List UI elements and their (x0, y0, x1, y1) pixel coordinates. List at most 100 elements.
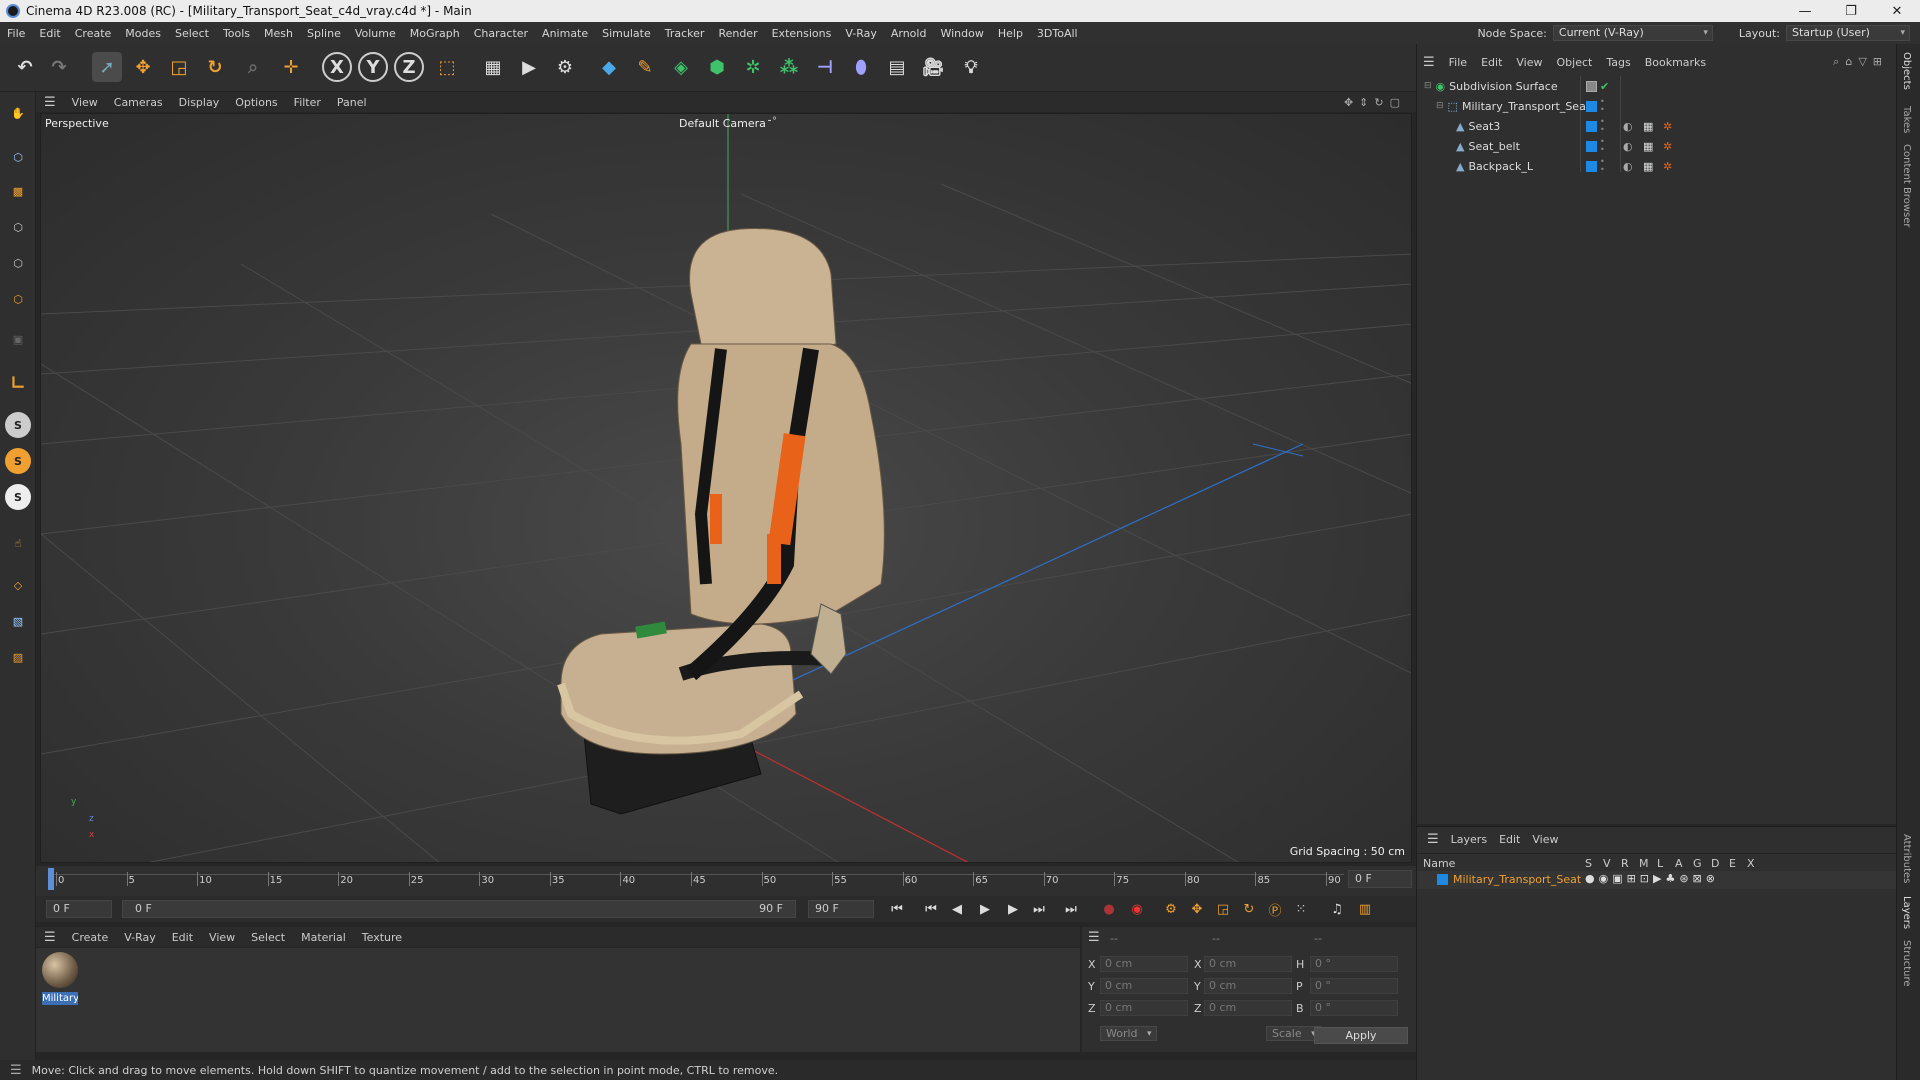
material-item[interactable]: Military (42, 952, 78, 1008)
start-frame-field[interactable]: 0 F (46, 900, 112, 918)
minimize-button[interactable]: — (1782, 4, 1828, 19)
redo-icon[interactable]: ↷ (44, 52, 74, 82)
layout-select[interactable]: Startup (User) (1786, 25, 1910, 41)
node-space-select[interactable]: Current (V-Ray) (1552, 25, 1713, 41)
transform-tool-icon[interactable]: ✛ (276, 52, 306, 82)
keyframe-selection-icon[interactable]: ⚙ (1160, 898, 1182, 920)
coordinate-mode-select[interactable]: World (1100, 1026, 1157, 1041)
layer-menu-layers[interactable]: Layers (1445, 833, 1493, 846)
menu-edit[interactable]: Edit (32, 27, 67, 40)
snap-options-icon[interactable]: S (5, 484, 31, 510)
quantize-icon[interactable]: ▨ (3, 642, 33, 672)
layer-swatch[interactable] (1586, 80, 1597, 92)
tweak-icon[interactable]: ☝ (3, 528, 33, 558)
tab-content-browser[interactable]: Content Browser (1901, 144, 1912, 227)
menu-spline[interactable]: Spline (300, 27, 348, 40)
material-menu-edit[interactable]: Edit (164, 931, 201, 944)
points-mode-icon[interactable]: ⬡ (3, 212, 33, 242)
menu-arnold[interactable]: Arnold (884, 27, 934, 40)
object-row-backpack-l[interactable]: ▲ Backpack_L • • ◐ ▦ ✲ (1418, 156, 1896, 176)
sound-icon[interactable]: ♫ (1326, 898, 1348, 920)
lock-workplane-icon[interactable]: ◇ (3, 570, 33, 600)
previous-frame-icon[interactable]: ◀ (946, 898, 968, 920)
coord-value-field[interactable]: 0 ° (1310, 978, 1398, 994)
material-menu-view[interactable]: View (201, 931, 243, 944)
menu-tracker[interactable]: Tracker (658, 27, 712, 40)
z-axis-lock-icon[interactable]: Z (394, 52, 424, 82)
material-tag-icon[interactable]: ▦ (1643, 140, 1653, 153)
enabled-check-icon[interactable]: ✔ (1600, 80, 1609, 93)
coord-value-field[interactable]: 0 ° (1310, 956, 1398, 972)
menu-window[interactable]: Window (933, 27, 990, 40)
material-menu-vray[interactable]: V-Ray (116, 931, 164, 944)
object-menu-view[interactable]: View (1509, 56, 1549, 69)
viewport-camera-label[interactable]: Default Camera (679, 117, 766, 130)
menu-select[interactable]: Select (168, 27, 216, 40)
floor-icon[interactable]: ▤ (882, 52, 912, 82)
collapse-icon[interactable]: ⊟ (1436, 101, 1444, 111)
layer-swatch[interactable] (1586, 140, 1597, 152)
layer-row[interactable]: Military_Transport_Seat ●◉▣⊞⊡▶♣⊛⊠⊗ (1417, 871, 1896, 889)
deformer-icon[interactable]: ⊣ (810, 52, 840, 82)
camera-icon[interactable]: 🎥︎ (918, 52, 948, 82)
rotate-tool-icon[interactable]: ↻ (200, 52, 230, 82)
menu-extensions[interactable]: Extensions (765, 27, 839, 40)
coord-value-field[interactable]: 0 cm (1204, 956, 1292, 972)
layer-swatch[interactable] (1586, 100, 1597, 112)
recent-tool-icon[interactable]: ⌕ (238, 52, 268, 82)
coordinate-system-icon[interactable]: ⬚ (432, 52, 462, 82)
menu-modes[interactable]: Modes (118, 27, 168, 40)
viewport-menu-panel[interactable]: Panel (329, 96, 375, 109)
layer-flag-column[interactable]: L (1657, 857, 1663, 870)
play-icon[interactable]: ▶ (974, 898, 996, 920)
layer-flag-column[interactable]: E (1729, 857, 1736, 870)
object-menu-file[interactable]: File (1442, 56, 1474, 69)
layer-menu-view[interactable]: View (1526, 833, 1564, 846)
cube-icon[interactable]: ◆ (594, 52, 624, 82)
visibility-dots[interactable]: • • (1600, 138, 1605, 154)
viewport-menu-options[interactable]: Options (227, 96, 285, 109)
record-keys-icon[interactable]: ● (1098, 898, 1120, 920)
y-axis-lock-icon[interactable]: Y (358, 52, 388, 82)
3d-viewport[interactable]: Perspective Default Camera ⁃° Grid Spaci… (40, 113, 1412, 863)
key-pla-icon[interactable]: ⁙ (1290, 898, 1312, 920)
cloner-icon[interactable]: ✲ (738, 52, 768, 82)
object-menu-tags[interactable]: Tags (1599, 56, 1637, 69)
go-to-start-icon[interactable]: ⏮ (886, 898, 908, 920)
layer-flag-icons[interactable]: ●◉▣⊞⊡▶♣⊛⊠⊗ (1585, 872, 1719, 885)
camera-link-icon[interactable]: ⁃° (767, 116, 777, 127)
scale-tool-icon[interactable]: ◲ (164, 52, 194, 82)
key-position-icon[interactable]: ✥ (1186, 898, 1208, 920)
key-scale-icon[interactable]: ◲ (1212, 898, 1234, 920)
snap-icon[interactable]: S (5, 412, 31, 438)
light-icon[interactable]: 💡︎ (956, 52, 986, 82)
coord-value-field[interactable]: 0 cm (1100, 956, 1188, 972)
layer-swatch[interactable] (1586, 160, 1597, 172)
select-tool-icon[interactable]: ➚ (92, 52, 122, 82)
menu-vray[interactable]: V-Ray (838, 27, 884, 40)
menu-animate[interactable]: Animate (535, 27, 595, 40)
undo-icon[interactable]: ↶ (10, 52, 40, 82)
x-axis-lock-icon[interactable]: X (322, 52, 352, 82)
layer-flag-column[interactable]: V (1603, 857, 1611, 870)
render-picture-viewer-icon[interactable]: ▶ (514, 52, 544, 82)
material-tag-icon[interactable]: ▦ (1643, 160, 1653, 173)
material-menu-select[interactable]: Select (243, 931, 293, 944)
tab-objects[interactable]: Objects (1901, 52, 1912, 90)
workplane-icon[interactable]: ▣ (3, 324, 33, 354)
visibility-dots[interactable]: • • (1600, 98, 1605, 114)
layer-name[interactable]: Military_Transport_Seat (1453, 873, 1581, 886)
coord-value-field[interactable]: 0 cm (1100, 978, 1188, 994)
viewport-menu-cameras[interactable]: Cameras (106, 96, 171, 109)
menu-simulate[interactable]: Simulate (595, 27, 658, 40)
object-hamburger-icon[interactable]: ☰ (1416, 55, 1442, 70)
object-row-subdivision-surface[interactable]: ⊟ ◉ Subdivision Surface ✔ (1418, 76, 1896, 96)
coordinates-hamburger-icon[interactable]: ☰ (1088, 930, 1100, 945)
edges-mode-icon[interactable]: ⬡ (3, 248, 33, 278)
viewport-menu-view[interactable]: View (64, 96, 106, 109)
object-search-filter-icons[interactable]: ⌕⌂▽⊞ (1833, 55, 1896, 69)
object-row-seat3[interactable]: ▲ Seat3 • • ◐ ▦ ✲ (1418, 116, 1896, 136)
key-parameter-icon[interactable]: Ⓟ (1264, 898, 1286, 920)
layer-swatch[interactable] (1586, 120, 1597, 132)
coord-value-field[interactable]: 0 cm (1204, 978, 1292, 994)
